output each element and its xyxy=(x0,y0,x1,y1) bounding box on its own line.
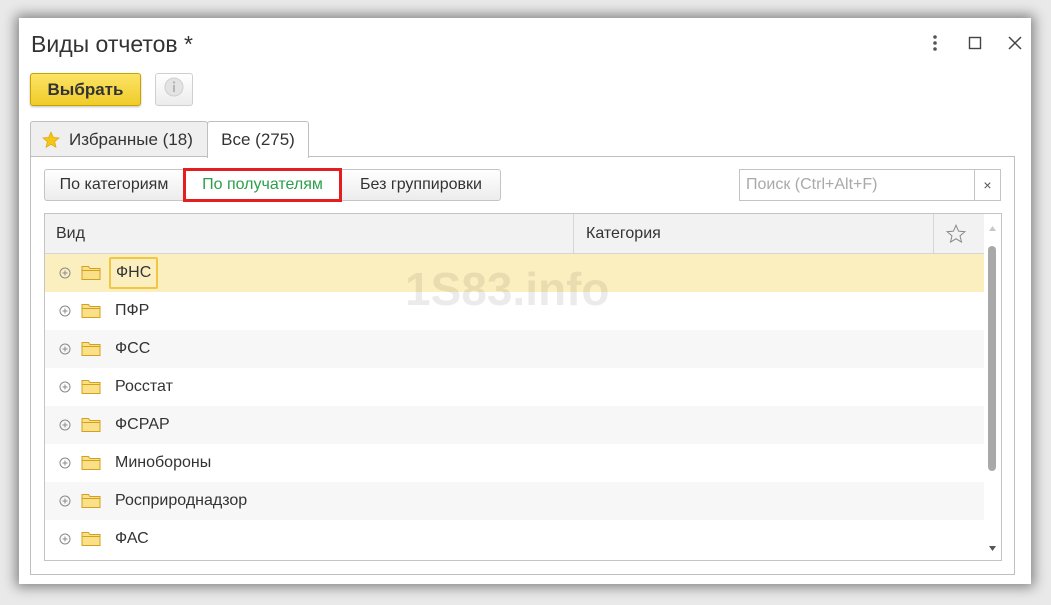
folder-icon xyxy=(81,416,101,433)
group-by-category-button[interactable]: По категориям xyxy=(44,169,184,201)
more-actions-icon[interactable] xyxy=(923,31,947,55)
star-icon xyxy=(41,130,61,150)
tab-favorites[interactable]: Избранные (18) xyxy=(30,121,208,157)
table-row[interactable]: ФСС xyxy=(45,330,984,368)
folder-icon xyxy=(81,264,101,281)
expand-icon[interactable] xyxy=(59,342,71,355)
tab-favorites-label: Избранные (18) xyxy=(69,129,193,149)
tab-content-panel: По категориям По получателям Без группир… xyxy=(30,156,1015,575)
column-header-kind[interactable]: Вид xyxy=(56,214,85,253)
scroll-up-arrow-icon[interactable] xyxy=(988,220,997,231)
column-divider xyxy=(933,214,934,253)
window-title: Виды отчетов * xyxy=(31,31,193,57)
favorite-column-star-icon[interactable] xyxy=(944,214,968,253)
expand-icon[interactable] xyxy=(59,380,71,393)
row-label: Росприроднадзор xyxy=(115,492,248,509)
expand-icon[interactable] xyxy=(59,266,71,279)
folder-icon xyxy=(81,454,101,471)
folder-icon xyxy=(81,492,101,509)
row-label: ФСС xyxy=(115,340,151,357)
search-clear-button[interactable]: × xyxy=(974,169,1001,201)
table-row[interactable]: Минобороны xyxy=(45,444,984,482)
table-row[interactable]: Росстат xyxy=(45,368,984,406)
table-header: Вид Категория xyxy=(45,214,984,254)
folder-icon xyxy=(81,340,101,357)
info-button[interactable] xyxy=(155,73,193,106)
report-types-table: Вид Категория ФНС ПФР ФСС Росстат ФСРАР … xyxy=(44,213,1002,561)
row-label: Минобороны xyxy=(115,454,212,471)
folder-icon xyxy=(81,378,101,395)
expand-icon[interactable] xyxy=(59,532,71,545)
report-types-window: Виды отчетов * Выбрать Избранные (18) Вс… xyxy=(19,18,1031,584)
table-row[interactable]: ПФР xyxy=(45,292,984,330)
search-input[interactable] xyxy=(739,169,975,201)
close-icon[interactable] xyxy=(1003,31,1027,55)
expand-icon[interactable] xyxy=(59,456,71,469)
expand-icon[interactable] xyxy=(59,494,71,507)
expand-icon[interactable] xyxy=(59,418,71,431)
table-row[interactable]: ФНС xyxy=(45,254,984,292)
table-row[interactable]: ФАС xyxy=(45,520,984,558)
column-header-category[interactable]: Категория xyxy=(586,214,661,253)
tab-all[interactable]: Все (275) xyxy=(207,121,309,158)
scrollbar-thumb[interactable] xyxy=(988,246,996,471)
row-label: ФНС xyxy=(109,257,159,289)
folder-icon xyxy=(81,302,101,319)
vertical-scrollbar[interactable] xyxy=(984,214,1001,560)
tab-all-label: Все (275) xyxy=(221,130,295,149)
scroll-down-arrow-icon[interactable] xyxy=(988,540,997,551)
row-label: Росстат xyxy=(115,378,173,395)
no-grouping-button[interactable]: Без группировки xyxy=(341,169,501,201)
group-by-recipient-button[interactable]: По получателям xyxy=(183,168,342,202)
row-label: ПФР xyxy=(115,302,150,319)
expand-icon[interactable] xyxy=(59,304,71,317)
select-button[interactable]: Выбрать xyxy=(30,73,141,106)
info-icon xyxy=(163,76,185,103)
table-row[interactable]: ФСРАР xyxy=(45,406,984,444)
row-label: ФСРАР xyxy=(115,416,170,433)
table-row[interactable]: Росприроднадзор xyxy=(45,482,984,520)
maximize-icon[interactable] xyxy=(963,31,987,55)
column-divider xyxy=(573,214,574,253)
row-label: ФАС xyxy=(115,530,149,547)
folder-icon xyxy=(81,530,101,547)
